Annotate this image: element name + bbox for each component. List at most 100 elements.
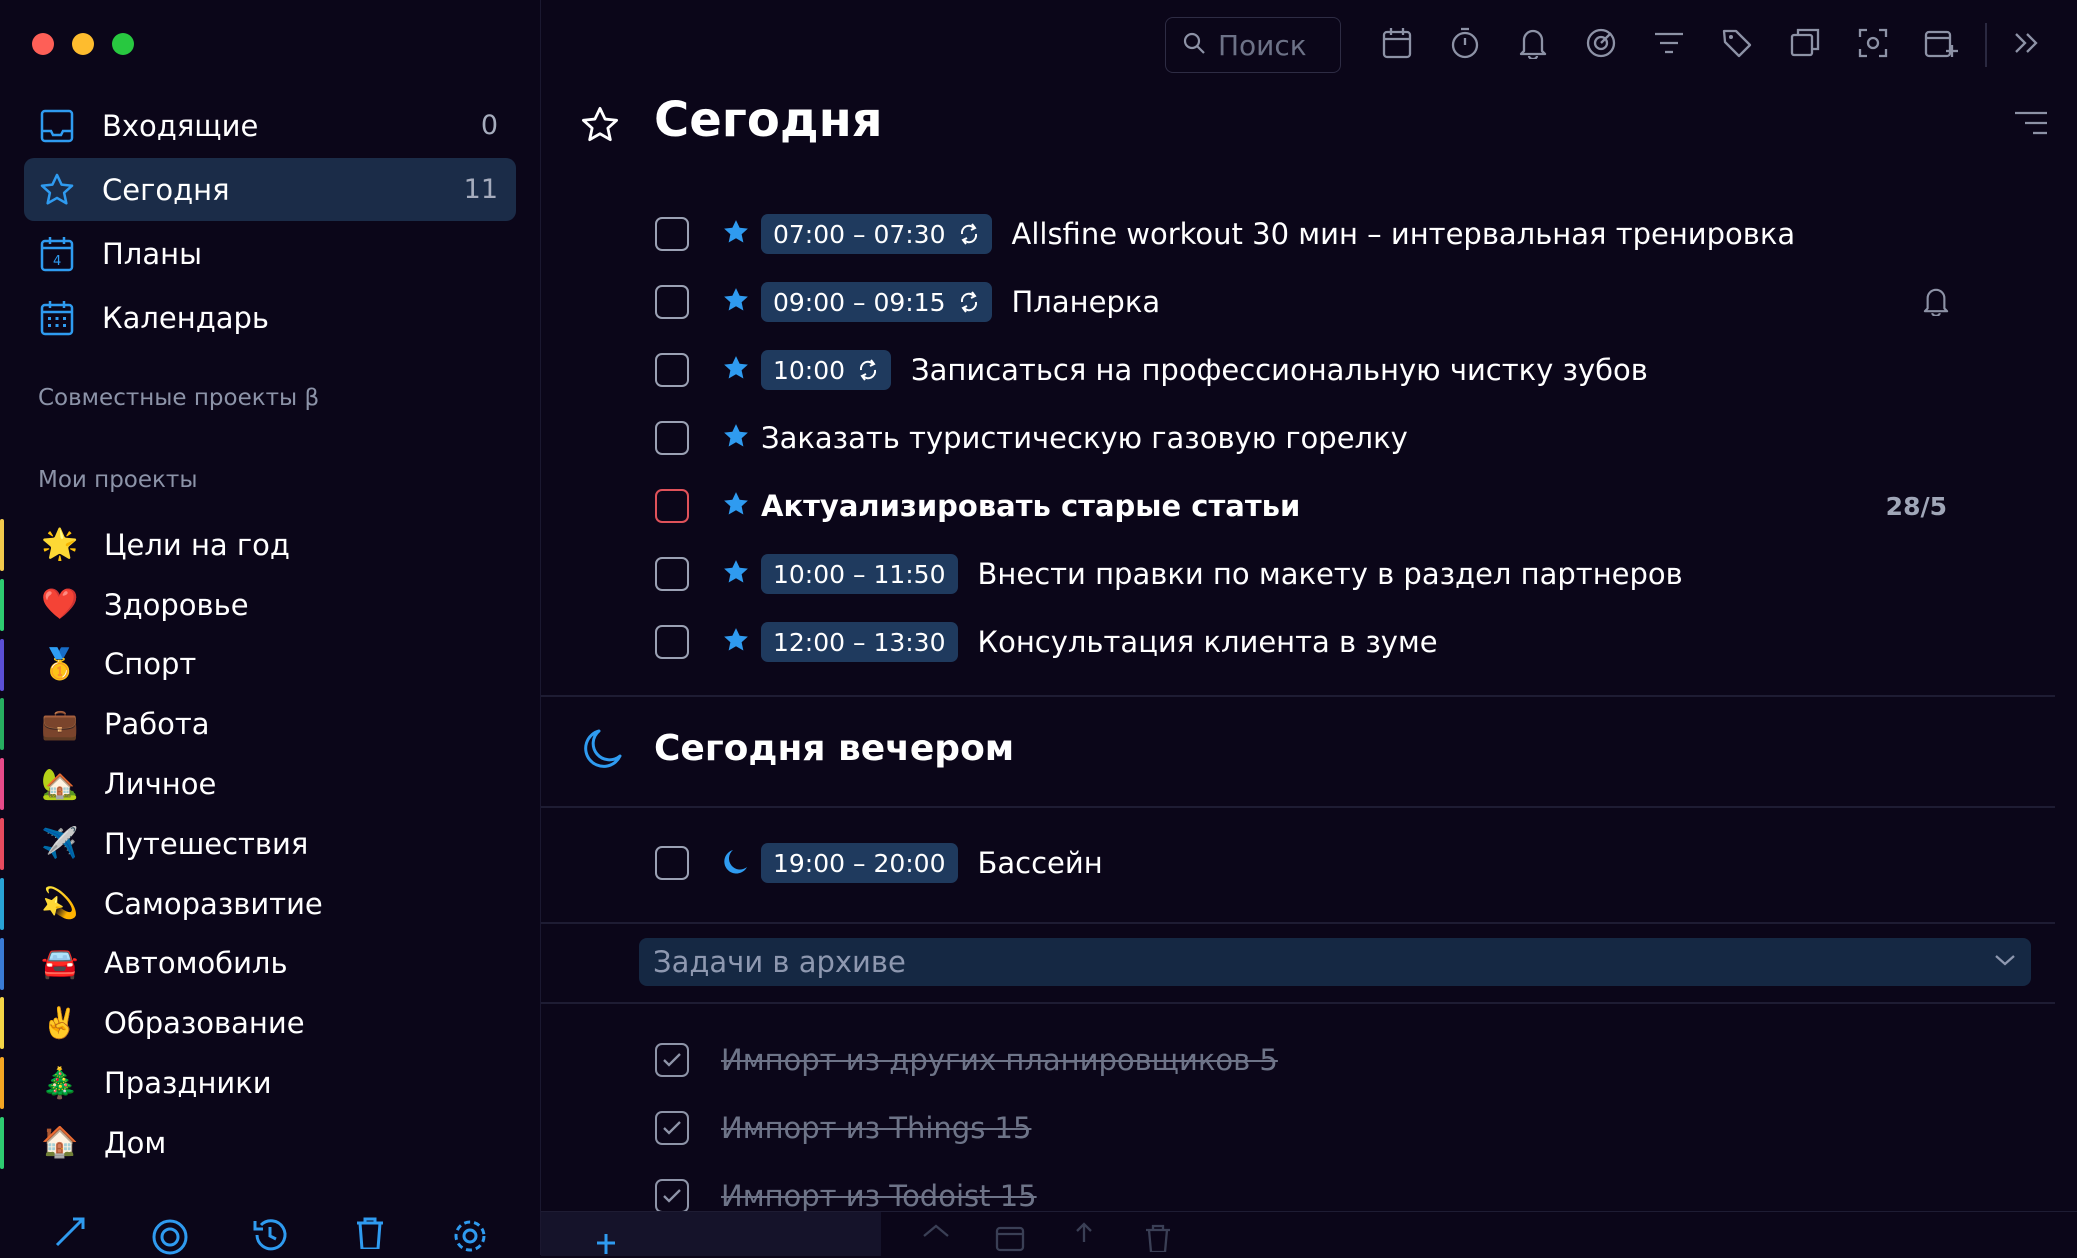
filter-icon	[1653, 31, 1685, 59]
sort-button[interactable]	[2013, 110, 2049, 140]
search-field[interactable]: Поиск	[1165, 17, 1341, 73]
calendar-button[interactable]	[1363, 17, 1431, 73]
task-checkbox[interactable]	[655, 285, 689, 319]
shuffle-icon[interactable]	[50, 1215, 90, 1255]
time-label: 10:00	[773, 355, 846, 385]
svg-text:4: 4	[53, 254, 61, 269]
target-icon	[1585, 27, 1617, 63]
focus-icon[interactable]	[150, 1215, 190, 1255]
time-badge[interactable]: 07:00 – 07:30	[761, 214, 992, 254]
main-content: Поиск Сегодня 07:00 – 07:30 Allsfine wor…	[541, 0, 2077, 1256]
tags-button[interactable]	[1703, 17, 1771, 73]
project-item-travel[interactable]: ✈️ Путешествия	[0, 814, 540, 874]
reminder-bell-icon[interactable]	[1923, 286, 1949, 320]
task-row[interactable]: Заказать туристическую газовую горелку	[541, 404, 2077, 472]
nav-item-calendar[interactable]: Календарь	[24, 286, 516, 349]
trash-icon[interactable]	[1143, 1222, 1173, 1256]
project-item-sport[interactable]: 🥇 Спорт	[0, 635, 540, 695]
task-checkbox[interactable]	[655, 557, 689, 591]
screenshot-button[interactable]	[1839, 17, 1907, 73]
project-item-education[interactable]: ✌️ Образование	[0, 993, 540, 1053]
settings-icon[interactable]	[450, 1215, 490, 1255]
task-checkbox-checked[interactable]	[655, 1179, 689, 1213]
time-badge[interactable]: 19:00 – 20:00	[761, 843, 958, 883]
archive-toggle[interactable]: Задачи в архиве	[639, 938, 2031, 986]
star-filled-icon	[721, 217, 751, 251]
task-checkbox-checked[interactable]	[655, 1043, 689, 1077]
task-checkbox[interactable]	[655, 625, 689, 659]
task-title[interactable]: Внести правки по макету в раздел партнер…	[978, 557, 1683, 591]
project-item-car[interactable]: 🚘 Автомобиль	[0, 934, 540, 994]
expand-button[interactable]	[2001, 17, 2051, 73]
project-item-home[interactable]: 🏠 Дом	[0, 1113, 540, 1173]
task-checkbox[interactable]	[655, 421, 689, 455]
task-row[interactable]: 07:00 – 07:30 Allsfine workout 30 мин – …	[541, 200, 2077, 268]
history-icon[interactable]	[250, 1215, 290, 1255]
task-title[interactable]: Консультация клиента в зуме	[978, 625, 1438, 659]
archived-task-title[interactable]: Импорт из других планировщиков 5	[721, 1043, 1278, 1077]
house-icon: 🏠	[41, 1125, 79, 1161]
my-projects-header[interactable]: Мои проекты	[38, 467, 197, 493]
focus-button[interactable]	[1567, 17, 1635, 73]
project-color-bar	[0, 519, 4, 571]
task-row[interactable]: 09:00 – 09:15 Планерка	[541, 268, 2077, 336]
task-row[interactable]: 10:00 Записаться на профессиональную чис…	[541, 336, 2077, 404]
share-icon[interactable]	[1069, 1222, 1099, 1256]
sidebar: Входящие 0 Сегодня 11 4 Планы Календарь …	[0, 0, 541, 1255]
task-checkbox[interactable]	[655, 353, 689, 387]
bell-icon	[1519, 27, 1547, 63]
task-title[interactable]: Планерка	[1012, 285, 1161, 319]
archived-task-row[interactable]: Импорт из других планировщиков 5	[541, 1026, 2077, 1094]
task-row[interactable]: 10:00 – 11:50 Внести правки по макету в …	[541, 540, 2077, 608]
project-item-health[interactable]: ❤️ Здоровье	[0, 575, 540, 635]
task-title[interactable]: Записаться на профессиональную чистку зу…	[911, 353, 1648, 387]
project-item-personal[interactable]: 🏡 Личное	[0, 754, 540, 814]
home-icon[interactable]	[921, 1222, 951, 1256]
project-item-self-development[interactable]: 💫 Саморазвитие	[0, 874, 540, 934]
task-row[interactable]: Актуализировать старые статьи 28/5	[541, 472, 2077, 540]
time-badge[interactable]: 10:00 – 11:50	[761, 554, 958, 594]
archived-task-row[interactable]: Импорт из Things 15	[541, 1094, 2077, 1162]
timer-button[interactable]	[1431, 17, 1499, 73]
task-checkbox-checked[interactable]	[655, 1111, 689, 1145]
project-item-work[interactable]: 💼 Работа	[0, 694, 540, 754]
shared-projects-header[interactable]: Совместные проекты β	[38, 385, 319, 411]
task-checkbox[interactable]	[655, 846, 689, 880]
task-row[interactable]: 12:00 – 13:30 Консультация клиента в зум…	[541, 608, 2077, 676]
nav-item-label: Планы	[102, 236, 202, 271]
project-item-goals[interactable]: 🌟 Цели на год	[0, 515, 540, 575]
capture-icon	[1858, 28, 1888, 62]
archived-task-title[interactable]: Импорт из Todoist 15	[721, 1179, 1037, 1213]
project-label: Образование	[104, 1006, 305, 1041]
time-label: 07:00 – 07:30	[773, 219, 946, 249]
repeat-icon	[958, 222, 980, 246]
widget-button[interactable]	[1771, 17, 1839, 73]
project-label: Путешествия	[104, 826, 309, 861]
task-title[interactable]: Бассейн	[978, 846, 1103, 880]
nav-item-today[interactable]: Сегодня 11	[24, 158, 516, 221]
zoom-window-button[interactable]	[112, 33, 134, 55]
project-item-holidays[interactable]: 🎄 Праздники	[0, 1053, 540, 1113]
add-task-button[interactable]	[541, 1212, 881, 1256]
calendar-icon[interactable]	[995, 1222, 1025, 1256]
reminders-button[interactable]	[1499, 17, 1567, 73]
nav-item-plans[interactable]: 4 Планы	[24, 222, 516, 285]
time-badge[interactable]: 09:00 – 09:15	[761, 282, 992, 322]
task-title[interactable]: Allsfine workout 30 мин – интервальная т…	[1012, 217, 1796, 251]
close-window-button[interactable]	[32, 33, 54, 55]
trash-icon[interactable]	[350, 1215, 390, 1255]
time-badge[interactable]: 10:00	[761, 350, 892, 390]
task-title[interactable]: Заказать туристическую газовую горелку	[761, 421, 1408, 455]
time-badge[interactable]: 12:00 – 13:30	[761, 622, 958, 662]
minimize-window-button[interactable]	[72, 33, 94, 55]
filter-button[interactable]	[1635, 17, 1703, 73]
medal-icon: 🥇	[41, 646, 79, 682]
task-checkbox[interactable]	[655, 217, 689, 251]
task-title[interactable]: Актуализировать старые статьи	[761, 489, 1300, 523]
search-icon	[1182, 31, 1206, 59]
task-row[interactable]: 19:00 – 20:00 Бассейн	[541, 829, 2077, 897]
task-checkbox-high-priority[interactable]	[655, 489, 689, 523]
nav-item-inbox[interactable]: Входящие 0	[24, 94, 516, 157]
archived-task-title[interactable]: Импорт из Things 15	[721, 1111, 1031, 1145]
new-list-button[interactable]	[1907, 17, 1975, 73]
